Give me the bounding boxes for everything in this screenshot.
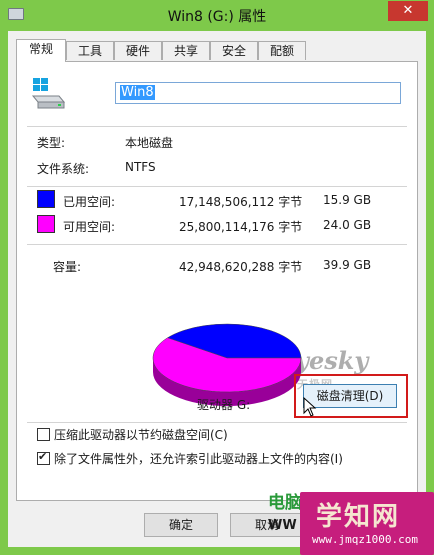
dialog-client: 常规 工具 硬件 共享 安全 配额 Win8 类型: 本地磁盘 文件系统: NT… [8, 31, 426, 547]
free-space-gb: 24.0 GB [323, 218, 372, 232]
free-space-bytes: 25,800,114,176 字节 [179, 220, 303, 234]
compress-checkbox[interactable] [37, 428, 50, 441]
filesystem-label: 文件系统: [37, 162, 90, 176]
compress-label: 压缩此驱动器以节约磁盘空间(C) [54, 428, 228, 442]
site-watermark-url: www.jmqz1000.com [312, 533, 418, 546]
capacity-label: 容量: [53, 260, 82, 274]
tab-sharing[interactable]: 共享 [162, 41, 210, 60]
capacity-bytes: 42,948,620,288 字节 [179, 260, 303, 274]
tab-security[interactable]: 安全 [210, 41, 258, 60]
index-option[interactable]: 除了文件属性外，还允许索引此驱动器上文件的内容(I) [37, 450, 343, 467]
drive-name-text: Win8 [120, 85, 155, 100]
ok-button[interactable]: 确定 [144, 513, 218, 537]
properties-window: Win8 (G:) 属性 ✕ 常规 工具 硬件 共享 安全 配额 Win8 类型… [0, 0, 434, 555]
drive-letter-label: 驱动器 G: [197, 398, 251, 412]
used-space-gb: 15.9 GB [323, 193, 372, 207]
compress-option[interactable]: 压缩此驱动器以节约磁盘空间(C) [37, 426, 228, 443]
free-space-label: 可用空间: [63, 220, 116, 234]
divider [27, 422, 407, 423]
watermark-logo-text: 电脑 [268, 493, 302, 513]
type-label: 类型: [37, 136, 66, 150]
title-bar[interactable]: Win8 (G:) 属性 ✕ [0, 0, 434, 30]
used-space-label: 已用空间: [63, 195, 116, 209]
capacity-gb: 39.9 GB [323, 258, 372, 272]
tab-general[interactable]: 常规 [16, 39, 66, 62]
close-button[interactable]: ✕ [388, 1, 428, 21]
free-space-swatch [37, 215, 55, 233]
general-panel: Win8 类型: 本地磁盘 文件系统: NTFS 已用空间: 17,148,50… [16, 61, 418, 501]
divider [27, 186, 407, 187]
used-space-swatch [37, 190, 55, 208]
drive-name-input[interactable]: Win8 [115, 82, 401, 104]
type-value: 本地磁盘 [125, 136, 174, 150]
tab-tools[interactable]: 工具 [66, 41, 114, 60]
used-space-bytes: 17,148,506,112 字节 [179, 195, 303, 209]
site-watermark-title: 学知网 [316, 502, 401, 532]
tab-quota[interactable]: 配额 [258, 41, 306, 60]
index-checkbox[interactable] [37, 450, 50, 465]
mouse-cursor-icon [303, 397, 317, 417]
window-title: Win8 (G:) 属性 [167, 9, 267, 25]
disk-cleanup-button[interactable]: 磁盘清理(D) [303, 384, 397, 408]
divider [27, 244, 407, 245]
divider [27, 126, 407, 127]
watermark-logo-subtext: WW [268, 518, 297, 533]
tab-hardware[interactable]: 硬件 [114, 41, 162, 60]
drive-icon [31, 78, 66, 109]
index-label: 除了文件属性外，还允许索引此驱动器上文件的内容(I) [54, 452, 343, 466]
filesystem-value: NTFS [125, 160, 156, 174]
